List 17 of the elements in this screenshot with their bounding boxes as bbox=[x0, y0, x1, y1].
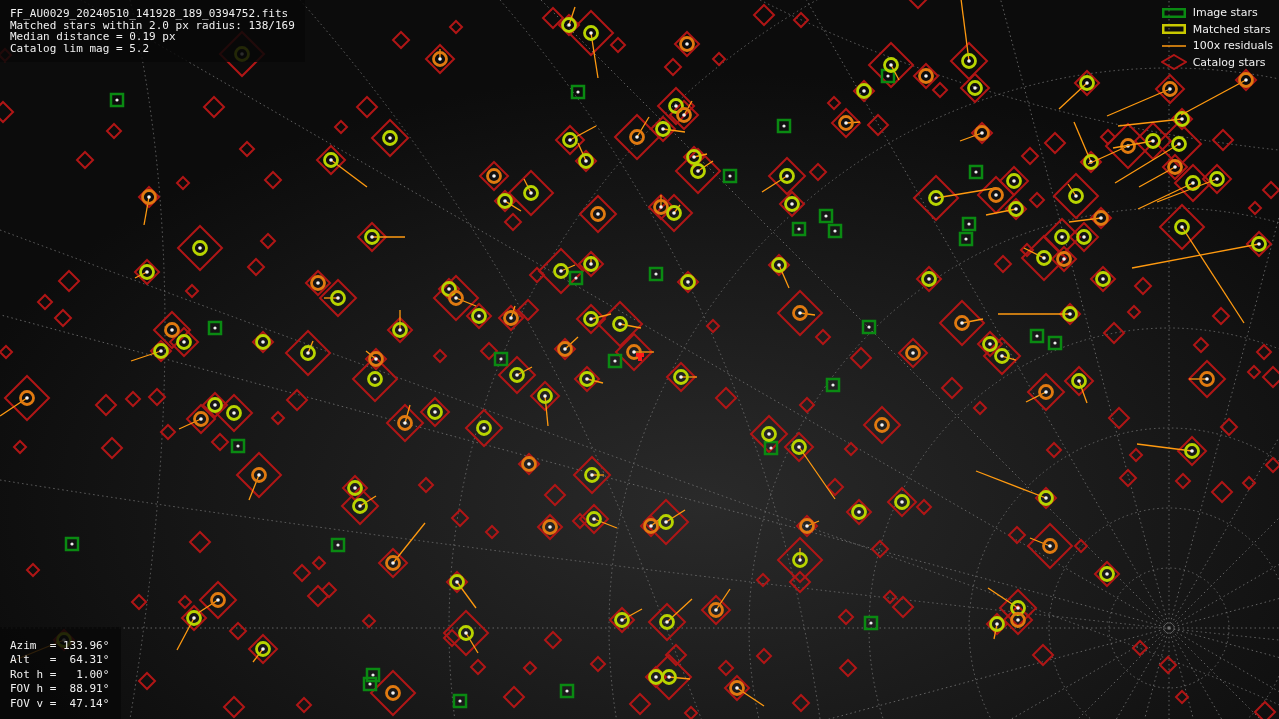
pointing-text: Rot h = 1.00° bbox=[10, 667, 110, 682]
info-text: Matched stars within 2.0 px radius: 138/169 bbox=[10, 19, 295, 31]
legend-label: Catalog stars bbox=[1192, 55, 1266, 69]
legend-label: 100x residuals bbox=[1192, 39, 1273, 53]
legend-label: Image stars bbox=[1192, 6, 1258, 20]
pointing-text: Azim = 133.96° bbox=[10, 638, 110, 653]
info-text: Catalog lim mag = 5.2 bbox=[10, 42, 151, 54]
legend-label: Matched stars bbox=[1192, 22, 1271, 36]
square-marker-icon bbox=[1161, 7, 1186, 18]
info-text: Median distance = 0.19 px bbox=[10, 31, 176, 43]
diamond-icon bbox=[1160, 54, 1187, 71]
square-marker-icon bbox=[1161, 24, 1186, 35]
pointing-text: FOV v = 47.14° bbox=[10, 696, 110, 711]
pointing-text: Alt = 64.31° bbox=[10, 653, 110, 668]
line-icon bbox=[1161, 44, 1186, 47]
info-text: FF_AU0029_20240510_141928_189_0394752.fits bbox=[10, 8, 290, 20]
pointing-text: FOV h = 88.91° bbox=[10, 682, 110, 697]
